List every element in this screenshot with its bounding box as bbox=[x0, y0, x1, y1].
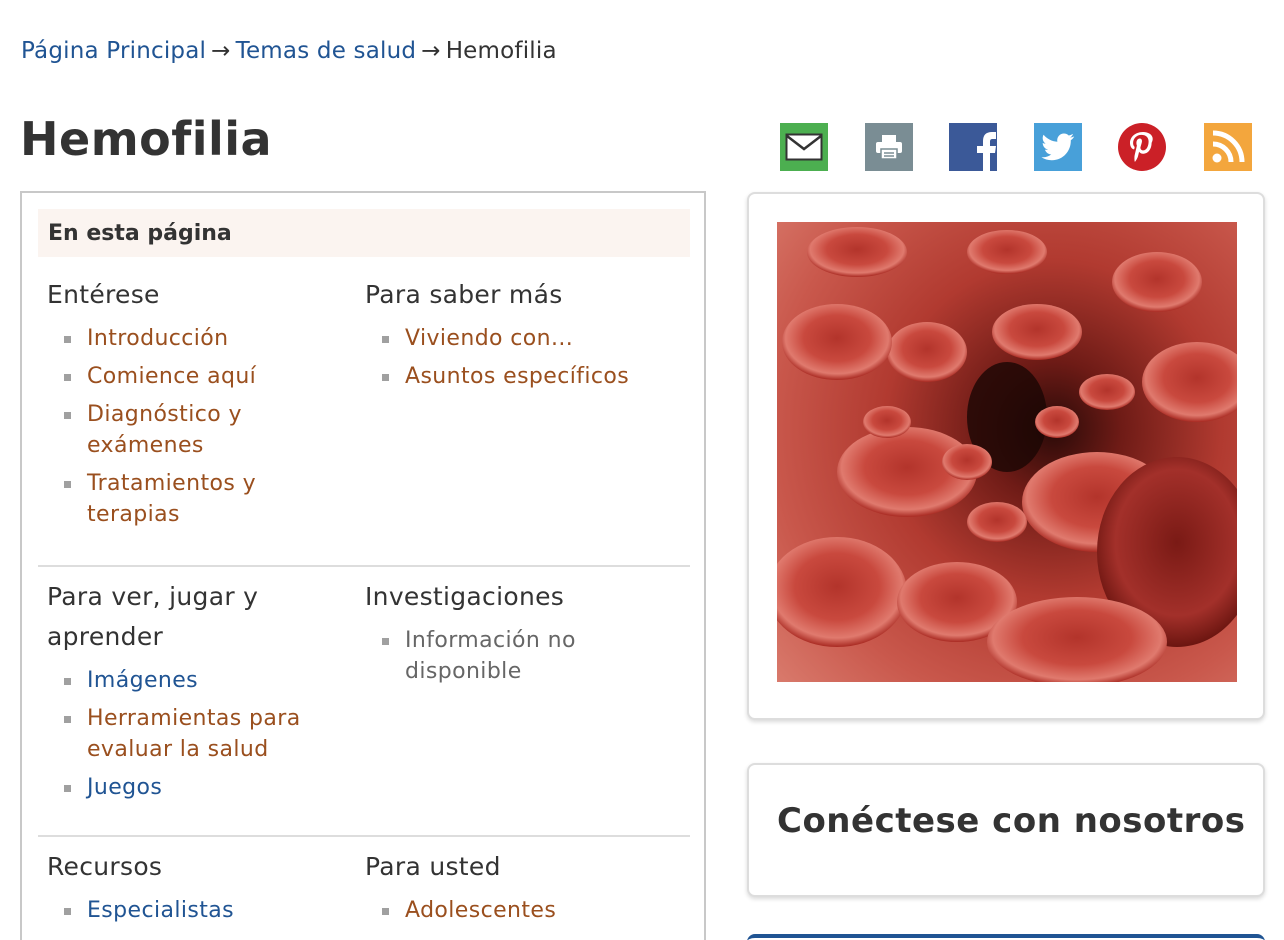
print-icon[interactable] bbox=[865, 123, 913, 171]
toc-column-learn-more: Para saber más Viviendo con... Asuntos e… bbox=[365, 275, 665, 399]
toc-column-for-you: Para usted Adolescentes bbox=[365, 837, 665, 933]
list-item: Herramientas para evaluar la salud bbox=[47, 703, 347, 765]
toc-link-diagnosis-tests[interactable]: Diagnóstico y exámenes bbox=[87, 402, 242, 458]
twitter-icon[interactable] bbox=[1034, 123, 1082, 171]
breadcrumb: Página Principal → Temas de salud → Hemofili… bbox=[21, 38, 557, 64]
toc-link-specific-conditions[interactable]: Asuntos específicos bbox=[405, 364, 629, 389]
page-title: Hemofilia bbox=[20, 112, 273, 166]
list-item: Viviendo con... bbox=[365, 323, 665, 354]
red-blood-cells-image bbox=[777, 222, 1237, 682]
share-toolbar bbox=[780, 123, 1252, 171]
toc-column-resources: Recursos Especialistas bbox=[47, 837, 347, 933]
breadcrumb-separator: → bbox=[211, 38, 231, 64]
toc-heading-learn: Entérese bbox=[47, 280, 160, 309]
connect-title: Conéctese con nosotros bbox=[777, 801, 1246, 841]
connect-with-us-card: Conéctese con nosotros bbox=[747, 763, 1265, 897]
toc-link-images[interactable]: Imágenes bbox=[87, 668, 198, 693]
toc-link-start-here[interactable]: Comience aquí bbox=[87, 364, 256, 389]
facebook-icon[interactable] bbox=[949, 123, 997, 171]
on-this-page-box: En esta página Entérese Introducción Com… bbox=[20, 191, 706, 940]
breadcrumb-home-link[interactable]: Página Principal bbox=[21, 38, 206, 64]
list-item: Especialistas bbox=[47, 895, 347, 926]
rss-icon[interactable] bbox=[1204, 123, 1252, 171]
breadcrumb-current: Hemofilia bbox=[445, 38, 557, 64]
toc-heading-for-you: Para usted bbox=[365, 852, 501, 881]
list-item: Imágenes bbox=[47, 665, 347, 696]
toc-link-teens[interactable]: Adolescentes bbox=[405, 898, 556, 923]
list-item: Introducción bbox=[47, 323, 347, 354]
toc-link-health-tools[interactable]: Herramientas para evaluar la salud bbox=[87, 706, 301, 762]
toc-item-not-available: Información no disponible bbox=[365, 625, 665, 687]
toc-link-treatments-therapies[interactable]: Tratamientos y terapias bbox=[87, 471, 256, 527]
breadcrumb-health-topics-link[interactable]: Temas de salud bbox=[236, 38, 417, 64]
list-item: Diagnóstico y exámenes bbox=[47, 399, 347, 461]
list-item: Adolescentes bbox=[365, 895, 665, 926]
toc-heading-learn-more: Para saber más bbox=[365, 280, 563, 309]
email-icon[interactable] bbox=[780, 123, 828, 171]
toc-link-introduction[interactable]: Introducción bbox=[87, 326, 229, 351]
toc-column-research: Investigaciones Información no disponibl… bbox=[365, 567, 665, 694]
toc-header: En esta página bbox=[38, 209, 690, 257]
toc-heading-resources: Recursos bbox=[47, 852, 163, 881]
list-item: Asuntos específicos bbox=[365, 361, 665, 392]
toc-section-resources: Recursos Especialistas Para usted Adoles… bbox=[38, 835, 690, 923]
topic-image-card bbox=[747, 192, 1265, 720]
toc-link-specialists[interactable]: Especialistas bbox=[87, 898, 234, 923]
toc-column-learn: Entérese Introducción Comience aquí Diag… bbox=[47, 275, 347, 537]
toc-link-living-with[interactable]: Viviendo con... bbox=[405, 326, 573, 351]
next-card-edge bbox=[747, 934, 1265, 940]
toc-column-see-play-learn: Para ver, jugar y aprender Imágenes Herr… bbox=[47, 567, 347, 810]
toc-heading-research: Investigaciones bbox=[365, 582, 565, 611]
list-item: Comience aquí bbox=[47, 361, 347, 392]
breadcrumb-separator: → bbox=[421, 38, 441, 64]
pinterest-icon[interactable] bbox=[1118, 123, 1166, 171]
toc-section-see-play-learn: Para ver, jugar y aprender Imágenes Herr… bbox=[38, 565, 690, 800]
toc-heading-see-play-learn: Para ver, jugar y aprender bbox=[47, 582, 259, 651]
toc-link-games[interactable]: Juegos bbox=[87, 775, 162, 800]
list-item: Juegos bbox=[47, 772, 347, 803]
list-item: Tratamientos y terapias bbox=[47, 468, 347, 530]
